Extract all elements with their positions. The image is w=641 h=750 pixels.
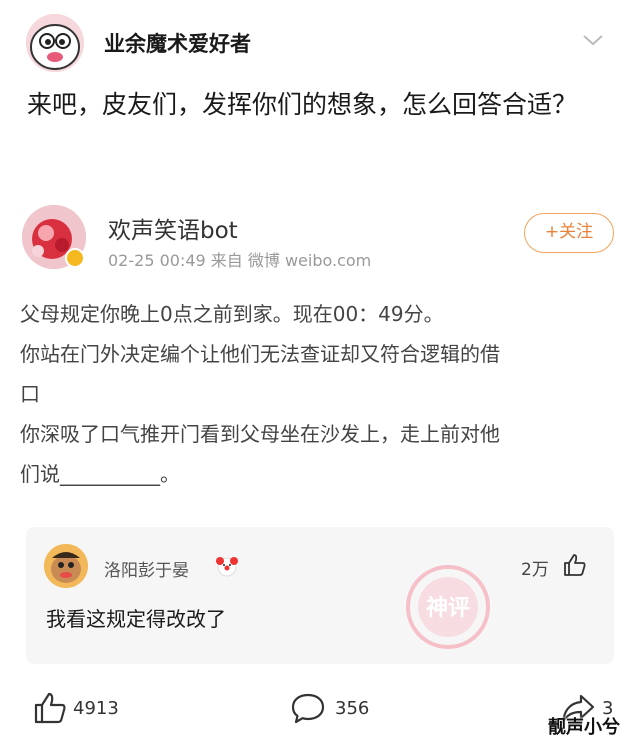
- comment-icon[interactable]: [290, 690, 326, 726]
- repost-line: 你深吸了口气推开门看到父母坐在沙发上，走上前对他: [20, 422, 500, 446]
- comment-count: 356: [335, 698, 370, 719]
- hot-comment-card[interactable]: 神评 洛阳彭于晏 2万 我看这规定得改改了: [26, 527, 614, 664]
- watermark: 靓声小兮: [548, 717, 620, 738]
- repost-line: 你站在门外决定编个让他们无法查证却又符合逻辑的借: [20, 342, 500, 366]
- author-name[interactable]: 业余魔术爱好者: [104, 28, 251, 58]
- comment-like-count: 2万: [521, 560, 549, 580]
- hot-comment-stamp-icon: 神评: [406, 565, 490, 649]
- post-text: 来吧，皮友们，发挥你们的想象，怎么回答合适？: [27, 90, 578, 119]
- repost-line: 们说__________。: [20, 462, 180, 486]
- repost-line: 父母规定你晚上0点之前到家。现在00：49分。: [20, 302, 444, 326]
- author-avatar[interactable]: [26, 14, 84, 72]
- like-icon[interactable]: [32, 690, 68, 726]
- repost-line: 口: [20, 382, 40, 406]
- like-count: 4913: [73, 698, 119, 719]
- follow-button[interactable]: +关注: [524, 213, 614, 253]
- post-header: 业余魔术爱好者: [0, 0, 641, 90]
- repost-header: 欢声笑语bot 02-25 00:49 来自 微博 weibo.com +关注: [0, 195, 641, 285]
- repost-meta: 02-25 00:49 来自 微博 weibo.com: [108, 251, 372, 270]
- repost-author-name[interactable]: 欢声笑语bot: [108, 211, 238, 245]
- verified-badge-icon: [65, 248, 85, 268]
- action-bar: 4913 356 3: [0, 680, 641, 740]
- comment-text: 我看这规定得改改了: [46, 607, 226, 631]
- stamp-text: 神评: [426, 595, 470, 621]
- commenter-name[interactable]: 洛阳彭于晏: [104, 556, 189, 581]
- commenter-avatar[interactable]: [44, 544, 88, 588]
- repost-body: 父母规定你晚上0点之前到家。现在00：49分。 你站在门外决定编个让他们无法查证…: [20, 294, 625, 494]
- clown-emoji-icon: [216, 557, 238, 577]
- thumbs-up-icon[interactable]: [562, 552, 588, 578]
- chevron-down-icon[interactable]: [580, 30, 606, 50]
